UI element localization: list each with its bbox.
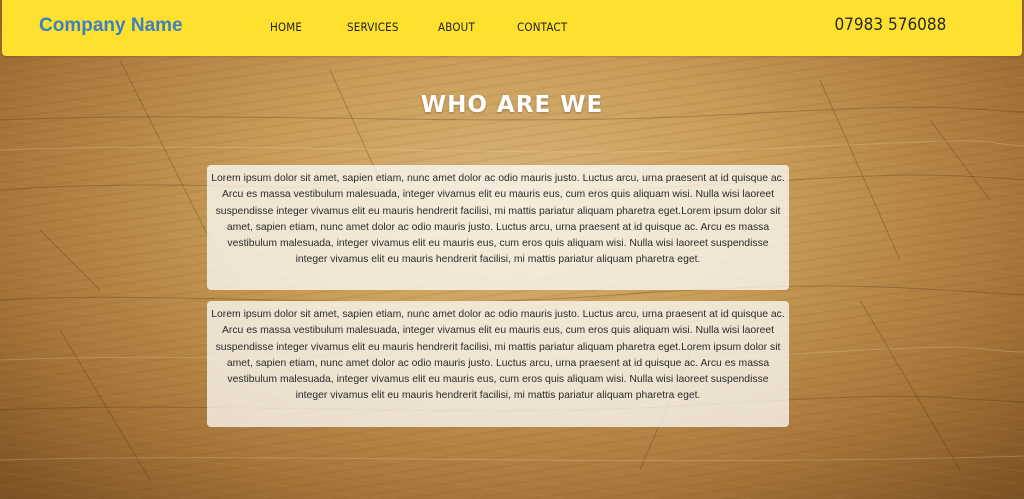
about-paragraph-1: Lorem ipsum dolor sit amet, sapien etiam… [207, 165, 789, 290]
page: Company Name HOME SERVICES ABOUT CONTACT… [0, 0, 1024, 499]
nav-about-link[interactable]: ABOUT [438, 20, 475, 34]
about-paragraph-2: Lorem ipsum dolor sit amet, sapien etiam… [207, 301, 789, 427]
phone-number: 07983 576088 [834, 15, 946, 35]
top-navbar: Company Name HOME SERVICES ABOUT CONTACT… [2, 0, 1022, 56]
nav-contact-link[interactable]: CONTACT [517, 20, 567, 34]
brand-logo-link[interactable]: Company Name [39, 15, 183, 37]
section-title: WHO ARE WE [420, 92, 604, 118]
nav-home-link[interactable]: HOME [270, 20, 302, 34]
nav-services-link[interactable]: SERVICES [347, 20, 399, 34]
